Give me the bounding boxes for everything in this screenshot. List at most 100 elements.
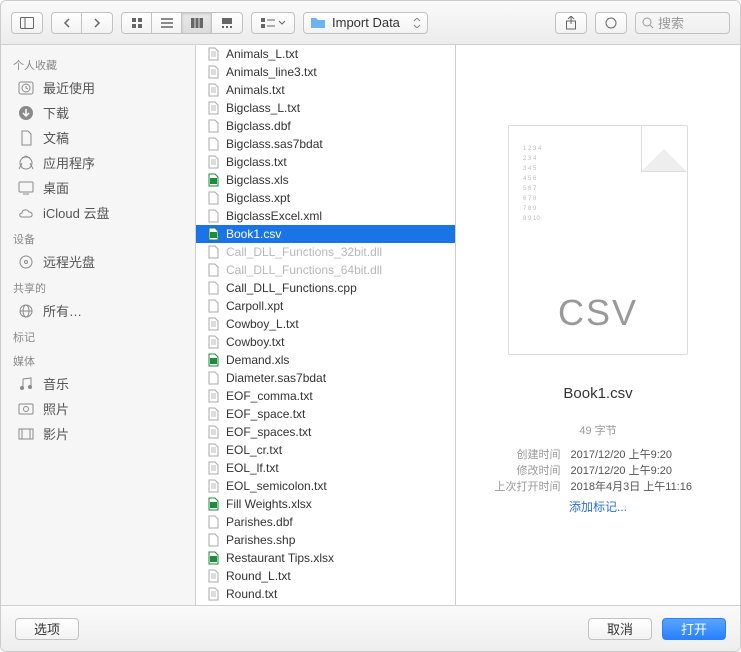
file-name: EOF_spaces.txt	[226, 423, 311, 441]
file-row[interactable]: Fill Weights.xlsx	[196, 495, 455, 513]
file-name: Diameter.sas7bdat	[226, 369, 326, 387]
file-name: Animals_L.txt	[226, 45, 298, 63]
sidebar-toggle[interactable]	[12, 13, 42, 33]
dialog-footer: 选项 取消 打开	[1, 605, 740, 651]
file-name: BigclassExcel.xml	[226, 207, 322, 225]
file-name: Call_DLL_Functions.cpp	[226, 279, 357, 297]
file-row[interactable]: Bigclass.xls	[196, 171, 455, 189]
sidebar-item[interactable]: 照片	[1, 396, 195, 421]
file-row[interactable]: Cowboy.txt	[196, 333, 455, 351]
file-row[interactable]: Round.txt	[196, 585, 455, 603]
file-name: Bigclass.dbf	[226, 117, 291, 135]
sidebar-item[interactable]: 下载	[1, 100, 195, 125]
file-name: EOL_lf.txt	[226, 459, 279, 477]
file-row[interactable]: EOL_semicolon.txt	[196, 477, 455, 495]
file-row[interactable]: Restaurant Tips.xlsx	[196, 549, 455, 567]
file-row[interactable]: Call_DLL_Functions_32bit.dll	[196, 243, 455, 261]
sidebar-item-label: 照片	[43, 399, 69, 418]
file-name: Parishes.dbf	[226, 513, 293, 531]
file-name: Book1.csv	[226, 225, 281, 243]
folder-icon	[310, 16, 326, 29]
file-row[interactable]: EOL_lf.txt	[196, 459, 455, 477]
file-name: Bigclass.xls	[226, 171, 289, 189]
search-icon	[642, 17, 654, 29]
sidebar-item[interactable]: iCloud 云盘	[1, 200, 195, 225]
back-button[interactable]	[52, 13, 82, 33]
gallery-view[interactable]	[212, 13, 242, 33]
sidebar-item[interactable]: 文稿	[1, 125, 195, 150]
column-view[interactable]	[182, 13, 212, 33]
file-name: Parishes.shp	[226, 531, 295, 549]
file-row[interactable]: Bigclass.sas7bdat	[196, 135, 455, 153]
file-name: EOL_semicolon.txt	[226, 477, 327, 495]
file-name: Bigclass.sas7bdat	[226, 135, 323, 153]
preview-file-icon: 1 2 3 42 3 43 4 54 5 65 6 76 7 87 8 98 9…	[508, 125, 688, 355]
sidebar-item-label: 桌面	[43, 178, 69, 197]
file-name: Animals.txt	[226, 81, 285, 99]
list-view[interactable]	[152, 13, 182, 33]
sidebar-item[interactable]: 远程光盘	[1, 249, 195, 274]
cancel-button[interactable]: 取消	[588, 618, 652, 640]
file-row[interactable]: Call_DLL_Functions_64bit.dll	[196, 261, 455, 279]
preview-pane: 1 2 3 42 3 43 4 54 5 65 6 76 7 87 8 98 9…	[456, 45, 740, 605]
sidebar: 个人收藏最近使用下载文稿应用程序桌面iCloud 云盘设备远程光盘共享的所有…标…	[1, 45, 196, 605]
preview-filesize: 49 字节	[579, 422, 616, 438]
meta-label: 上次打开时间	[481, 478, 561, 494]
forward-button[interactable]	[82, 13, 112, 33]
file-name: EOF_space.txt	[226, 405, 305, 423]
path-dropdown[interactable]: Import Data	[303, 12, 428, 34]
options-button[interactable]: 选项	[15, 618, 79, 640]
view-mode-group	[121, 12, 243, 34]
file-row[interactable]: Bigclass_L.txt	[196, 99, 455, 117]
sidebar-section-header: 媒体	[1, 347, 195, 371]
file-row[interactable]: Demand.xls	[196, 351, 455, 369]
file-row[interactable]: Animals_L.txt	[196, 45, 455, 63]
file-row[interactable]: Animals_line3.txt	[196, 63, 455, 81]
sidebar-item[interactable]: 所有…	[1, 298, 195, 323]
file-row[interactable]: Bigclass.txt	[196, 153, 455, 171]
file-row[interactable]: BigclassExcel.xml	[196, 207, 455, 225]
sidebar-section-header: 设备	[1, 225, 195, 249]
file-name: Call_DLL_Functions_32bit.dll	[226, 243, 382, 261]
file-row[interactable]: Parishes.dbf	[196, 513, 455, 531]
file-name: Round_L.txt	[226, 567, 291, 585]
tags-button[interactable]	[595, 12, 627, 34]
sidebar-item[interactable]: 音乐	[1, 371, 195, 396]
file-row[interactable]: Round_L.txt	[196, 567, 455, 585]
icon-view[interactable]	[122, 13, 152, 33]
file-row[interactable]: Carpoll.xpt	[196, 297, 455, 315]
sidebar-item-label: iCloud 云盘	[43, 203, 109, 222]
share-button[interactable]	[555, 12, 587, 34]
meta-value: 2018年4月3日 上午11:16	[571, 478, 716, 494]
file-row[interactable]: Book1.csv	[196, 225, 455, 243]
search-field[interactable]: 搜索	[635, 12, 730, 34]
file-name: Bigclass_L.txt	[226, 99, 300, 117]
file-row[interactable]: Bigclass.xpt	[196, 189, 455, 207]
group-by-button[interactable]	[251, 12, 295, 34]
file-row[interactable]: Cowboy_L.txt	[196, 315, 455, 333]
file-name: Restaurant Tips.xlsx	[226, 549, 334, 567]
file-row[interactable]: Diameter.sas7bdat	[196, 369, 455, 387]
file-row[interactable]: EOL_cr.txt	[196, 441, 455, 459]
sidebar-item[interactable]: 应用程序	[1, 150, 195, 175]
file-row[interactable]: EOF_spaces.txt	[196, 423, 455, 441]
file-row[interactable]: Call_DLL_Functions.cpp	[196, 279, 455, 297]
meta-value: 2017/12/20 上午9:20	[571, 462, 716, 478]
file-row[interactable]: EOF_space.txt	[196, 405, 455, 423]
file-row[interactable]: Bigclass.dbf	[196, 117, 455, 135]
file-list-column[interactable]: Animals_L.txtAnimals_line3.txtAnimals.tx…	[196, 45, 456, 605]
sidebar-item[interactable]: 影片	[1, 421, 195, 446]
sidebar-section-header: 个人收藏	[1, 51, 195, 75]
sidebar-item-label: 应用程序	[43, 153, 95, 172]
file-row[interactable]: Parishes.shp	[196, 531, 455, 549]
file-row[interactable]: EOF_comma.txt	[196, 387, 455, 405]
sidebar-item[interactable]: 桌面	[1, 175, 195, 200]
meta-label: 创建时间	[481, 446, 561, 462]
sidebar-item[interactable]: 最近使用	[1, 75, 195, 100]
open-button[interactable]: 打开	[662, 618, 726, 640]
file-name: EOF_comma.txt	[226, 387, 313, 405]
file-row[interactable]: Animals.txt	[196, 81, 455, 99]
preview-metadata: 创建时间2017/12/20 上午9:20修改时间2017/12/20 上午9:…	[481, 446, 716, 494]
sidebar-item-label: 最近使用	[43, 78, 95, 97]
add-tag-link[interactable]: 添加标记...	[569, 498, 627, 515]
